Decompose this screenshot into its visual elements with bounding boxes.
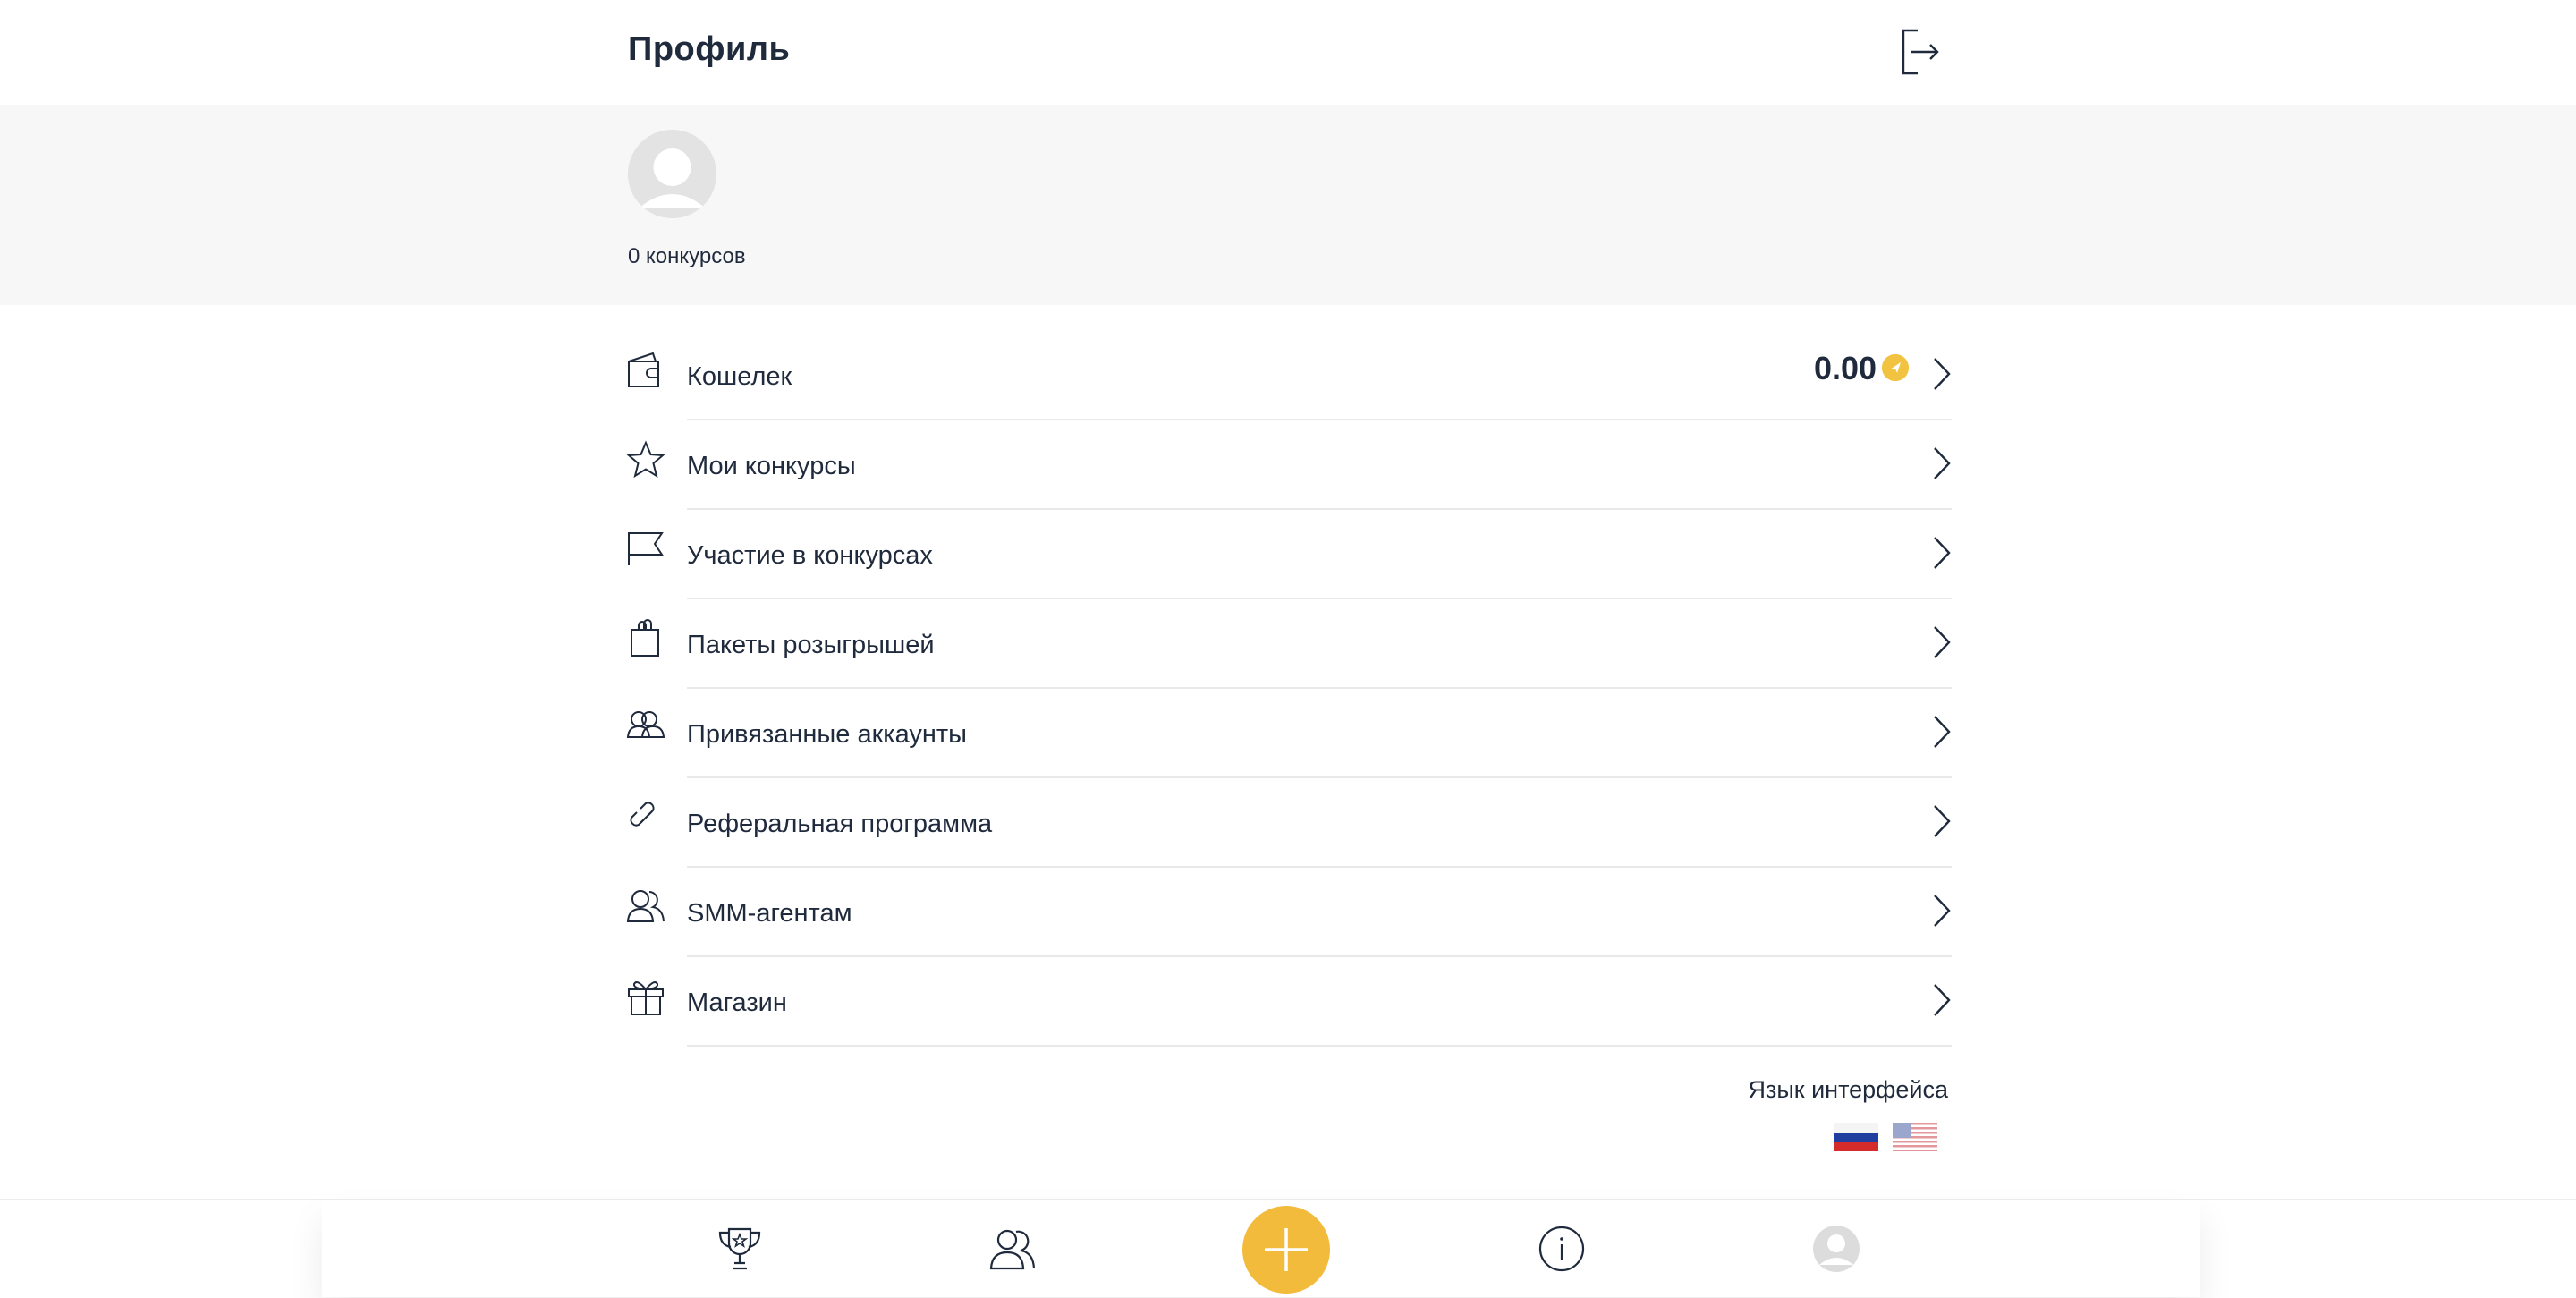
menu-item-label: Мои конкурсы [687, 452, 856, 480]
gift-icon [628, 981, 664, 1015]
star-icon [626, 440, 665, 479]
chevron-right-icon [1934, 447, 1951, 479]
menu-item-label: Пакеты розыгрышей [687, 631, 935, 659]
chevron-right-icon [1934, 805, 1951, 837]
wallet-balance: 0.00 [1814, 350, 1877, 386]
menu-item-label: Кошелек [687, 362, 792, 391]
menu-item-my-contests[interactable]: Мои конкурсы [626, 420, 1952, 510]
menu-item-label: Магазин [687, 988, 787, 1017]
logout-icon[interactable] [1898, 25, 1943, 79]
profile-icon[interactable] [1811, 1224, 1861, 1274]
menu-item-wallet[interactable]: Кошелек [626, 331, 1952, 420]
profile-menu: Кошелек Мои конкурсы Участие в конкурсах… [626, 331, 1952, 1047]
menu-item-label: SMM-агентам [687, 899, 852, 928]
agents-icon [626, 890, 665, 922]
chevron-right-icon [1934, 716, 1951, 748]
link-icon [630, 802, 655, 827]
divider [687, 1045, 1952, 1047]
menu-item-linked-accounts[interactable]: Привязанные аккаунты [626, 689, 1952, 778]
avatar[interactable] [628, 130, 716, 218]
trophy-icon[interactable] [715, 1224, 765, 1274]
menu-item-label: Участие в конкурсах [687, 541, 933, 570]
menu-item-smm-agents[interactable]: SMM-агентам [626, 868, 1952, 957]
bag-icon [631, 619, 659, 657]
profile-summary [0, 105, 2576, 305]
menu-item-label: Реферальная программа [687, 810, 993, 838]
plus-icon [1265, 1228, 1308, 1271]
menu-item-participation[interactable]: Участие в конкурсах [626, 510, 1952, 599]
coin-icon [1882, 354, 1909, 381]
us-flag-icon[interactable] [1893, 1123, 1937, 1151]
accounts-icon [626, 711, 665, 738]
menu-item-shop[interactable]: Магазин [626, 957, 1952, 1047]
chevron-right-icon [1934, 537, 1951, 569]
users-icon[interactable] [987, 1224, 1038, 1274]
chevron-right-icon [1934, 984, 1951, 1016]
chevron-right-icon [1934, 895, 1951, 927]
flag-icon [628, 532, 664, 565]
chevron-right-icon [1934, 358, 1951, 390]
header: Профиль [0, 0, 2576, 105]
contests-count: 0 конкурсов [628, 244, 746, 268]
info-icon[interactable] [1537, 1224, 1587, 1274]
chevron-right-icon [1934, 626, 1951, 658]
language-title: Язык интерфейса [1748, 1076, 1948, 1103]
page-title: Профиль [628, 30, 791, 68]
menu-item-referral[interactable]: Реферальная программа [626, 778, 1952, 868]
menu-item-label: Привязанные аккаунты [687, 720, 968, 749]
add-contest-button[interactable] [1242, 1206, 1330, 1294]
menu-item-packages[interactable]: Пакеты розыгрышей [626, 599, 1952, 689]
wallet-icon [628, 352, 659, 387]
ru-flag-icon[interactable] [1834, 1123, 1878, 1151]
